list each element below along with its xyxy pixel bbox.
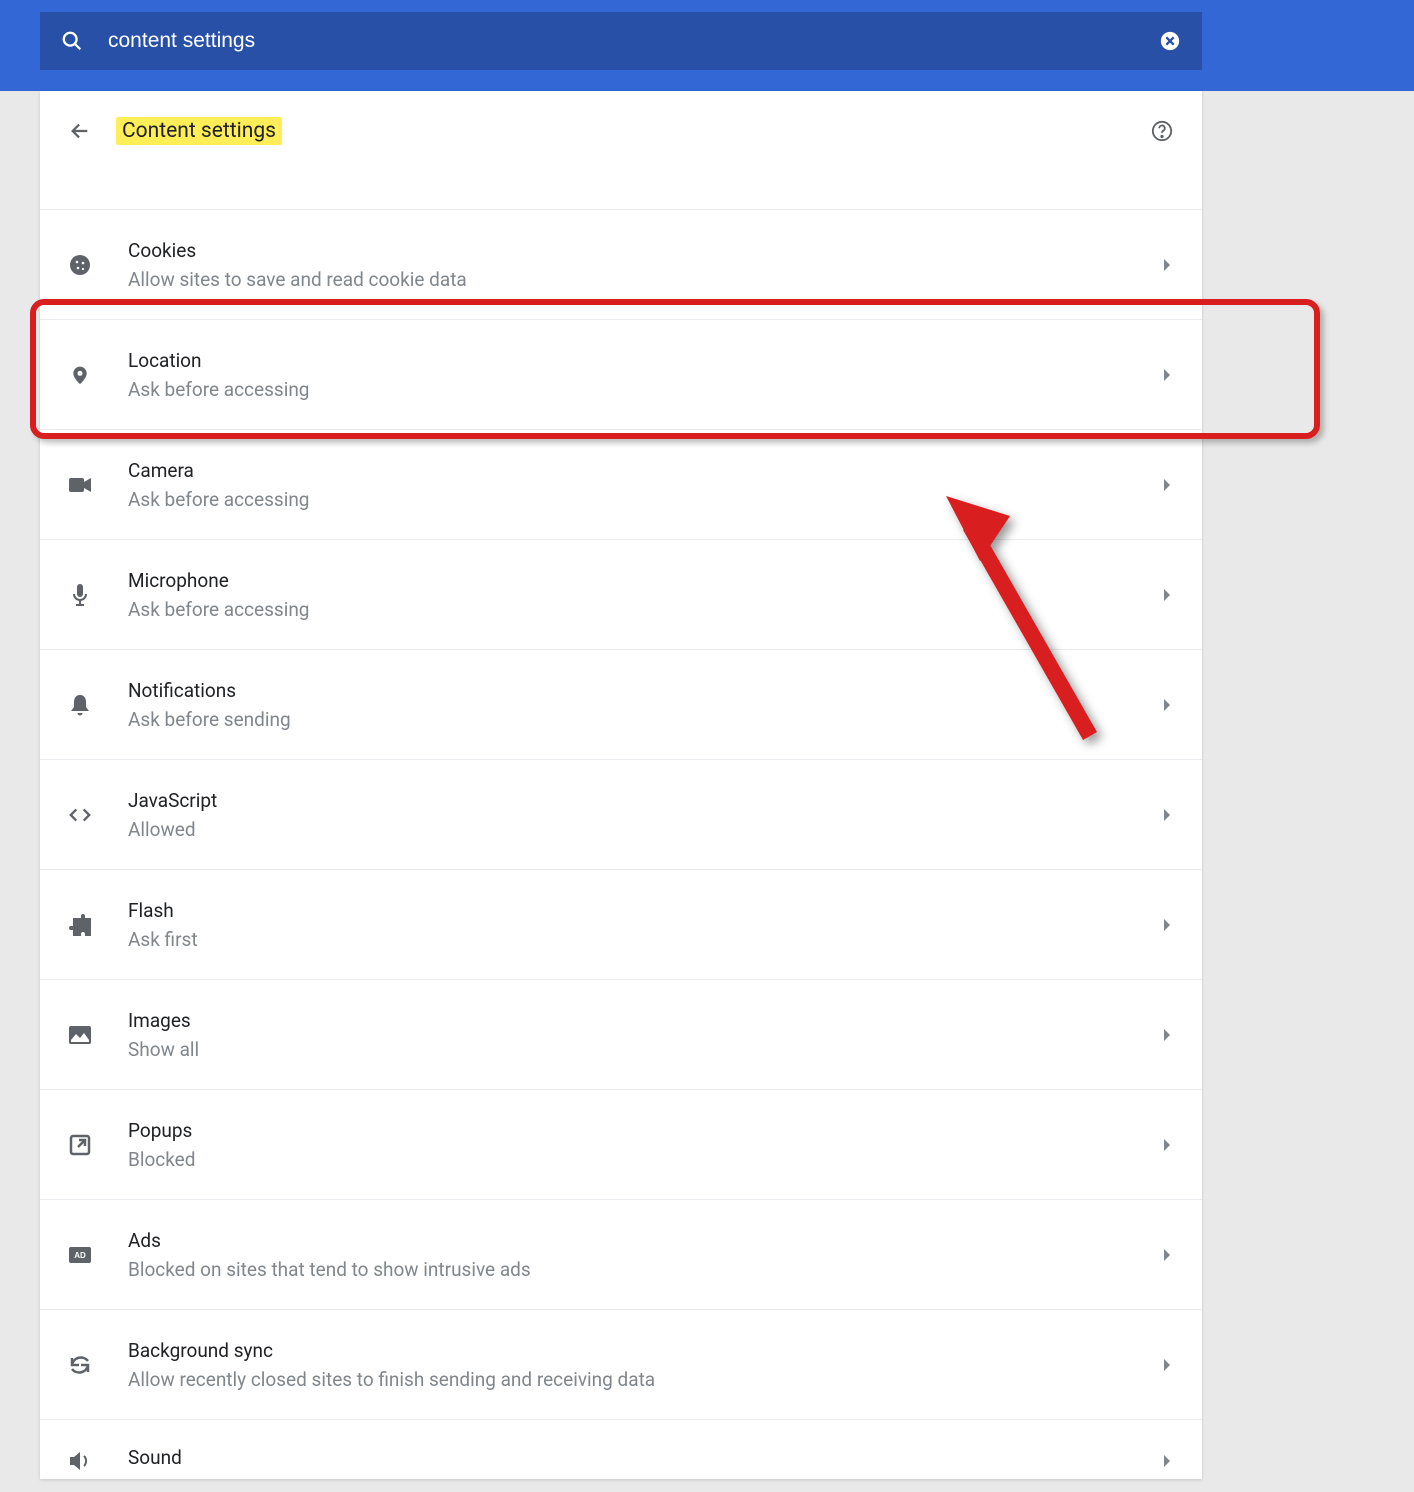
row-subtitle: Allow sites to save and read cookie data [128,268,1160,291]
setting-row-sound[interactable]: Sound [40,1419,1202,1479]
setting-row-background-sync[interactable]: Background sync Allow recently closed si… [40,1309,1202,1419]
row-subtitle: Allow recently closed sites to finish se… [128,1368,1160,1391]
chevron-right-icon [1160,808,1174,822]
row-text: Microphone Ask before accessing [128,569,1160,621]
row-title: Notifications [128,679,1160,702]
ads-icon: AD [68,1243,92,1267]
page-header: Content settings [40,91,1202,159]
row-title: Microphone [128,569,1160,592]
row-title: JavaScript [128,789,1160,812]
chevron-right-icon [1160,258,1174,272]
search-input[interactable] [108,29,1158,53]
setting-row-notifications[interactable]: Notifications Ask before sending [40,649,1202,759]
back-button[interactable] [68,119,92,143]
row-text: Notifications Ask before sending [128,679,1160,731]
row-subtitle: Ask before accessing [128,378,1160,401]
row-title: Sound [128,1446,1160,1469]
row-subtitle: Allowed [128,818,1160,841]
setting-row-location[interactable]: Location Ask before accessing [40,319,1202,429]
row-text: Popups Blocked [128,1119,1160,1171]
content-settings-panel: Content settings Cookies Allow sites to … [40,91,1202,1479]
svg-text:AD: AD [74,1251,86,1260]
sync-icon [68,1353,92,1377]
row-text: Images Show all [128,1009,1160,1061]
row-title: Ads [128,1229,1160,1252]
row-text: Cookies Allow sites to save and read coo… [128,239,1160,291]
location-icon [68,363,92,387]
chevron-right-icon [1160,1454,1174,1468]
chevron-right-icon [1160,698,1174,712]
microphone-icon [68,583,92,607]
setting-row-images[interactable]: Images Show all [40,979,1202,1089]
puzzle-icon [68,913,92,937]
row-subtitle: Blocked [128,1148,1160,1171]
popup-icon [68,1133,92,1157]
setting-row-popups[interactable]: Popups Blocked [40,1089,1202,1199]
image-icon [68,1023,92,1047]
chevron-right-icon [1160,1028,1174,1042]
row-text: Ads Blocked on sites that tend to show i… [128,1229,1160,1281]
chevron-right-icon [1160,368,1174,382]
chevron-right-icon [1160,1138,1174,1152]
code-icon [68,803,92,827]
search-container [40,12,1202,70]
setting-row-microphone[interactable]: Microphone Ask before accessing [40,539,1202,649]
row-subtitle: Ask first [128,928,1160,951]
bell-icon [68,693,92,717]
chevron-right-icon [1160,1248,1174,1262]
search-icon [60,29,84,53]
row-text: Location Ask before accessing [128,349,1160,401]
settings-search-bar [0,0,1414,91]
row-text: JavaScript Allowed [128,789,1160,841]
chevron-right-icon [1160,588,1174,602]
row-title: Location [128,349,1160,372]
row-title: Background sync [128,1339,1160,1362]
clear-search-button[interactable] [1158,29,1182,53]
chevron-right-icon [1160,1358,1174,1372]
setting-row-javascript[interactable]: JavaScript Allowed [40,759,1202,869]
cookie-icon [68,253,92,277]
setting-row-camera[interactable]: Camera Ask before accessing [40,429,1202,539]
row-title: Camera [128,459,1160,482]
sound-icon [68,1449,92,1473]
help-button[interactable] [1150,119,1174,143]
page-title: Content settings [116,117,282,145]
setting-row-ads[interactable]: AD Ads Blocked on sites that tend to sho… [40,1199,1202,1309]
setting-row-flash[interactable]: Flash Ask first [40,869,1202,979]
row-subtitle: Ask before accessing [128,598,1160,621]
row-subtitle: Ask before accessing [128,488,1160,511]
row-subtitle: Show all [128,1038,1160,1061]
row-title: Flash [128,899,1160,922]
row-title: Cookies [128,239,1160,262]
row-subtitle: Blocked on sites that tend to show intru… [128,1258,1160,1281]
chevron-right-icon [1160,478,1174,492]
camera-icon [68,473,92,497]
row-text: Flash Ask first [128,899,1160,951]
chevron-right-icon [1160,918,1174,932]
row-title: Popups [128,1119,1160,1142]
setting-row-cookies[interactable]: Cookies Allow sites to save and read coo… [40,209,1202,319]
row-title: Images [128,1009,1160,1032]
row-text: Sound [128,1446,1160,1475]
row-subtitle: Ask before sending [128,708,1160,731]
row-text: Camera Ask before accessing [128,459,1160,511]
row-text: Background sync Allow recently closed si… [128,1339,1160,1391]
